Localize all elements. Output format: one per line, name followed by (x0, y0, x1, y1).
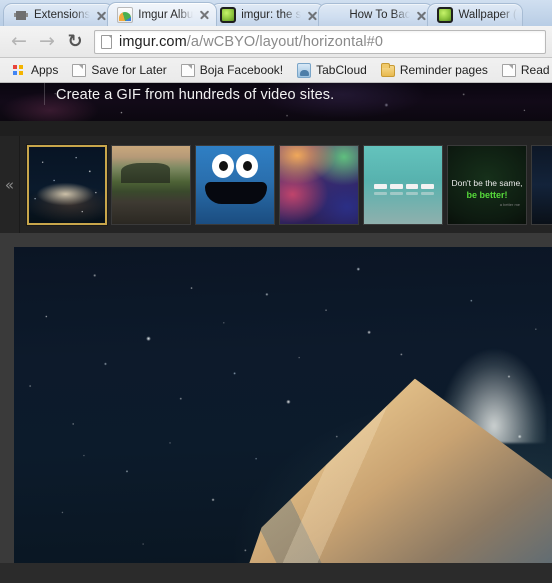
bookmark-label: TabCloud (316, 63, 367, 77)
url-host: imgur.com (119, 33, 187, 50)
address-bar[interactable]: imgur.com/a/wCBYO/layout/horizontal#0 (94, 29, 546, 54)
thumbnail-image (112, 145, 190, 224)
promo-gap (0, 121, 552, 136)
page-document-icon (501, 64, 516, 77)
tab-strip: Extensions Imgur Albu imgur: the s How T… (0, 0, 552, 26)
thumbnail-strip: « Don't be the same, be better! a better… (0, 136, 552, 233)
teal-dashes-thumbnail[interactable] (363, 144, 443, 225)
bookmark-label: Boja Facebook! (199, 63, 284, 77)
folder-icon (380, 62, 395, 77)
tab-title: Imgur Albu (138, 8, 194, 21)
promo-divider (44, 83, 45, 105)
thumbnail-image (532, 145, 552, 224)
tab-imgur-home[interactable]: imgur: the s (210, 3, 326, 26)
dash-row-bottom (374, 191, 434, 195)
cookie-monster-thumbnail[interactable] (195, 144, 275, 225)
nebula-thumbnail[interactable] (531, 144, 552, 225)
url-text: imgur.com/a/wCBYO/layout/horizontal#0 (119, 34, 383, 50)
url-path: /a/wCBYO/layout/horizontal#0 (186, 33, 384, 50)
quote-credit: a better me (499, 201, 520, 207)
moon-icon (328, 7, 344, 23)
bookmark-save-for-later[interactable]: Save for Later (66, 61, 172, 79)
bookmark-boja-facebook[interactable]: Boja Facebook! (175, 61, 289, 79)
bookmark-label: Read Later (520, 63, 552, 77)
promo-text: Create a GIF from hundreds of video site… (56, 87, 335, 103)
page-content: Create a GIF from hundreds of video site… (0, 83, 552, 583)
imgur-green-icon (220, 7, 237, 23)
eye-left-icon (212, 153, 234, 178)
imgur-green-icon (437, 7, 454, 23)
forward-arrow-icon: → (39, 30, 55, 52)
promo-banner[interactable]: Create a GIF from hundreds of video site… (0, 83, 552, 121)
gradient-blur-thumbnail[interactable] (279, 144, 359, 225)
thumbnail-image (29, 146, 105, 223)
page-document-icon (180, 64, 195, 77)
bookmark-label: Reminder pages (399, 63, 488, 77)
chevron-double-left-icon[interactable]: « (0, 136, 20, 233)
mouth-shape (205, 181, 267, 204)
tab-wallpaper[interactable]: Wallpaper ( (427, 3, 523, 26)
close-icon[interactable] (198, 8, 211, 21)
tab-extensions[interactable]: Extensions (3, 3, 115, 26)
hero-image-container (0, 233, 552, 563)
bookmark-read-later[interactable]: Read Later (496, 61, 552, 79)
tab-imgur-album[interactable]: Imgur Albu (107, 2, 218, 26)
thumbnail-list: Don't be the same, be better! a better m… (20, 136, 552, 233)
reload-button[interactable]: ↻ (62, 29, 88, 55)
browser-window: Extensions Imgur Albu imgur: the s How T… (0, 0, 552, 583)
cliff-landscape-thumbnail[interactable] (111, 144, 191, 225)
tab-title: imgur: the s (241, 9, 302, 21)
page-document-icon (101, 34, 112, 49)
eye-right-icon (236, 153, 258, 178)
thumbnail-image: Don't be the same, be better! a better m… (448, 145, 526, 224)
tabcloud-icon (297, 62, 312, 78)
tab-how-to-back[interactable]: How To Bac (318, 3, 435, 26)
browser-toolbar: ← → ↻ imgur.com/a/wCBYO/layout/horizonta… (0, 26, 552, 58)
bookmark-label: Apps (31, 63, 59, 77)
bookmarks-bar: Apps Save for Later Boja Facebook! TabCl… (0, 58, 552, 83)
back-arrow-icon: ← (11, 30, 27, 52)
imgur-album-icon (117, 6, 134, 23)
tab-title: Wallpaper ( (458, 9, 517, 21)
quote-line-2: be better! (466, 189, 508, 200)
puzzle-piece-icon (13, 7, 29, 23)
tab-title: How To Bac (349, 9, 411, 21)
starry-mountain-thumbnail[interactable] (27, 144, 107, 225)
quote-line-1: Don't be the same, (451, 177, 523, 188)
bookmark-reminder-pages[interactable]: Reminder pages (375, 61, 494, 79)
bookmark-tabcloud[interactable]: TabCloud (291, 61, 373, 80)
dash-row-top (374, 183, 434, 189)
thumbnail-image (280, 145, 358, 224)
thumbnail-image (364, 145, 442, 224)
apps-grid-icon (12, 62, 26, 78)
quote-thumbnail[interactable]: Don't be the same, be better! a better m… (447, 144, 527, 225)
page-document-icon (72, 64, 87, 77)
forward-button[interactable]: → (34, 29, 60, 55)
reload-icon: ↻ (67, 30, 83, 52)
tab-title: Extensions (34, 9, 91, 21)
bookmark-apps[interactable]: Apps (6, 61, 64, 80)
thumbnail-image (196, 145, 274, 224)
bookmark-label: Save for Later (91, 63, 167, 77)
starry-mountain-hero-image[interactable] (14, 247, 552, 563)
back-button[interactable]: ← (6, 29, 32, 55)
